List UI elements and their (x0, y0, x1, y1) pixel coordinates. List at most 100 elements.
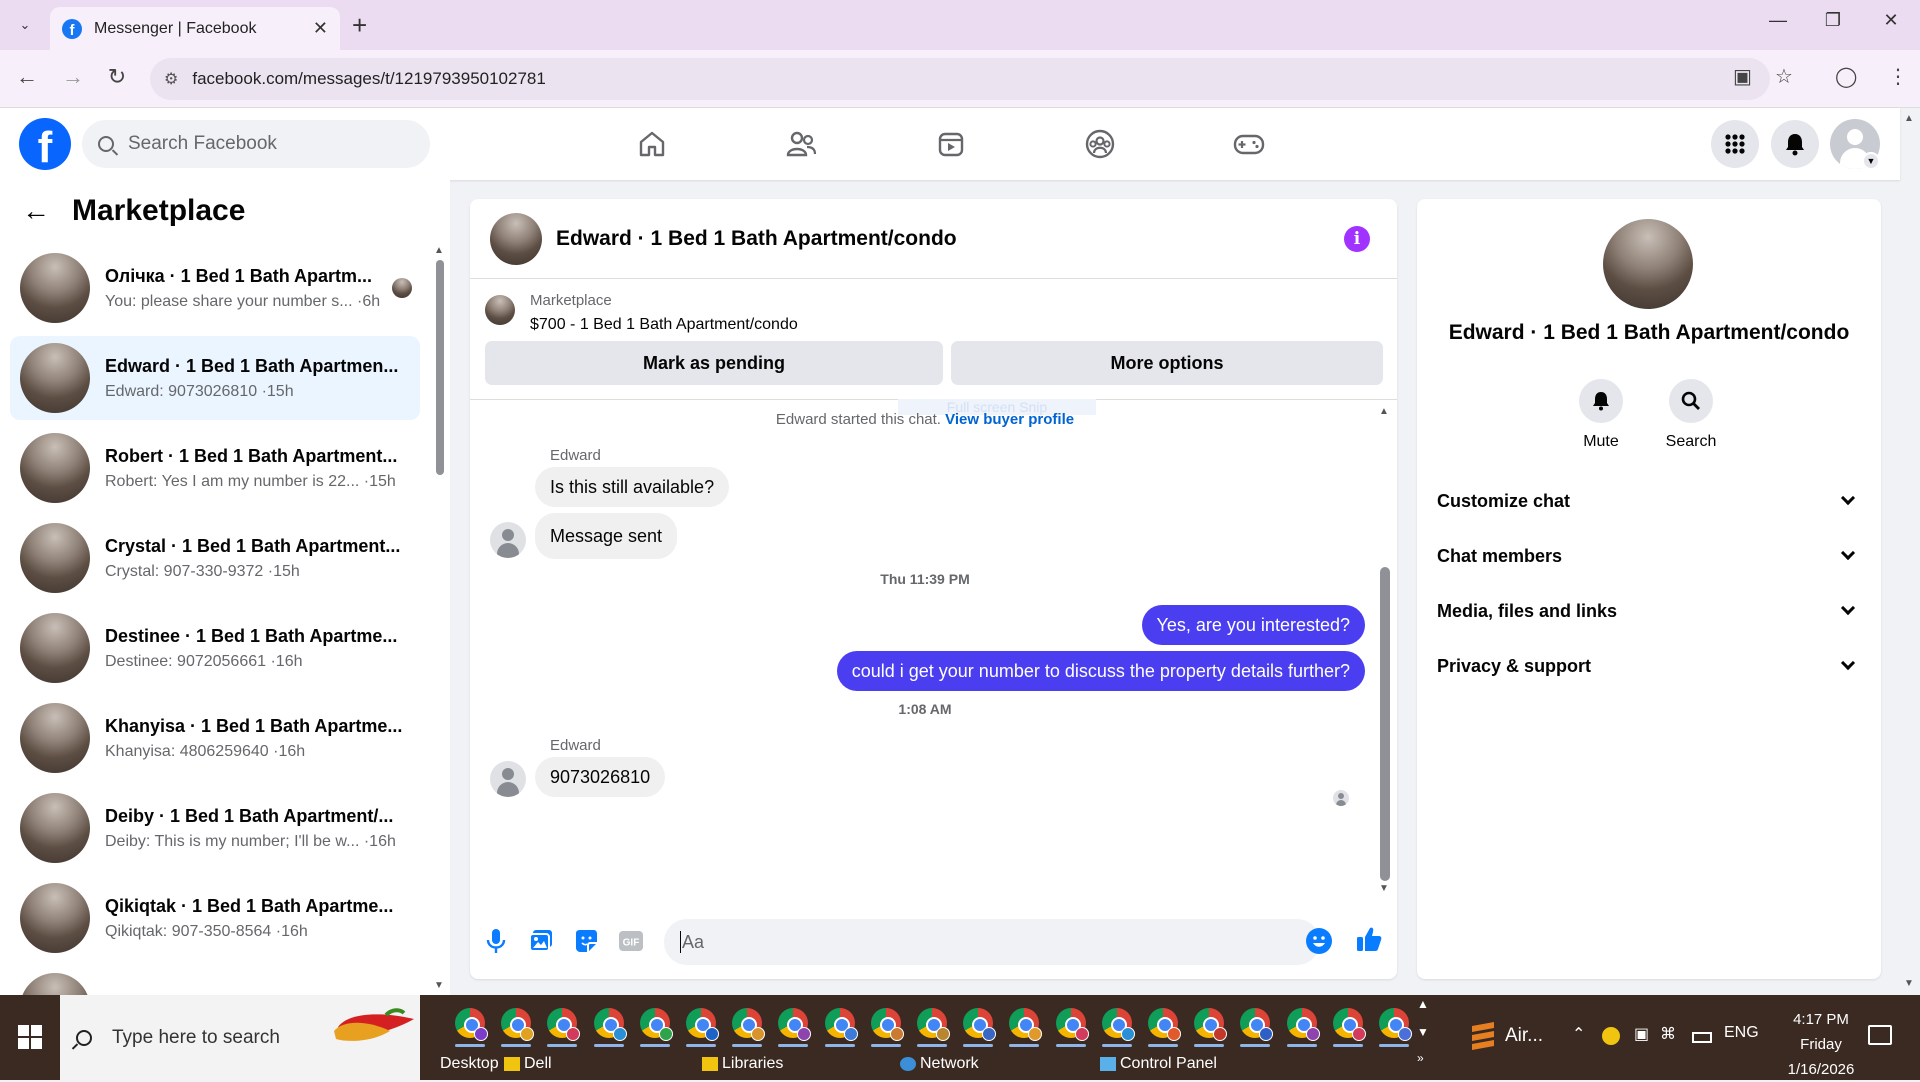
sidebar-scroll-down-icon[interactable]: ▼ (434, 980, 444, 991)
thumbs-up-icon[interactable] (1355, 925, 1383, 953)
emoji-icon[interactable] (1306, 928, 1332, 954)
mute-button[interactable]: Mute (1561, 379, 1641, 451)
incoming-message[interactable]: Message sent (535, 513, 678, 559)
url-text[interactable]: facebook.com/messages/t/1219793950102781 (192, 69, 545, 89)
toolbar-desktop[interactable]: Desktop (440, 1055, 499, 1073)
chrome-profile-icon[interactable] (1055, 1008, 1089, 1041)
browser-menu-icon[interactable]: ⋮ (1888, 64, 1908, 89)
chrome-profile-icon[interactable] (778, 1008, 812, 1041)
forward-arrow-icon[interactable]: → (58, 64, 88, 90)
chrome-profile-icon[interactable] (547, 1008, 581, 1041)
microphone-icon[interactable] (482, 927, 510, 955)
sticker-icon[interactable] (572, 927, 600, 955)
air-quality-icon[interactable] (1470, 1020, 1496, 1050)
sender-avatar[interactable] (490, 522, 526, 558)
facebook-search-input[interactable]: Search Facebook (82, 120, 430, 168)
taskbar-scroll-up-icon[interactable]: ▲ (1417, 997, 1429, 1011)
chrome-profile-icon[interactable] (1332, 1008, 1366, 1041)
incoming-message[interactable]: 9073026810 (535, 757, 666, 797)
conversation-item[interactable]: Khanyisa · 1 Bed 1 Bath Apartme... Khanyi… (10, 696, 420, 780)
restore-icon[interactable]: ❐ (1813, 10, 1853, 31)
page-scroll-down-icon[interactable]: ▼ (1904, 978, 1914, 989)
groups-icon[interactable] (1080, 126, 1120, 162)
chat-scroll-up-icon[interactable]: ▲ (1379, 406, 1389, 417)
back-arrow-icon[interactable]: ← (22, 195, 50, 227)
chrome-profile-icon[interactable] (1240, 1008, 1274, 1041)
account-chevron-icon[interactable]: ▼ (1862, 152, 1880, 170)
chat-title[interactable]: Edward · 1 Bed 1 Bath Apartment/condo (556, 227, 957, 251)
mark-as-pending-button[interactable]: Mark as pending (485, 341, 943, 385)
windows-start-icon[interactable] (18, 1025, 42, 1049)
listing-thumbnail[interactable] (485, 295, 515, 325)
more-options-button[interactable]: More options (951, 341, 1383, 385)
chrome-profile-icon[interactable] (917, 1008, 950, 1041)
gaming-icon[interactable] (1229, 126, 1269, 162)
chrome-profile-icon[interactable] (639, 1008, 673, 1041)
friends-icon[interactable] (781, 126, 821, 162)
notifications-bell-icon[interactable] (1771, 120, 1819, 168)
install-app-icon[interactable]: ▣ (1733, 64, 1752, 89)
chat-members-row[interactable]: Chat members (1437, 536, 1861, 576)
details-avatar[interactable] (1603, 219, 1693, 309)
minimize-icon[interactable]: — (1758, 10, 1798, 31)
site-settings-icon[interactable]: ⚙ (164, 69, 178, 89)
outgoing-message[interactable]: Yes, are you interested? (1141, 605, 1365, 645)
incoming-message[interactable]: Is this still available? (535, 467, 730, 507)
reload-icon[interactable]: ↻ (102, 64, 132, 90)
battery-icon[interactable] (1692, 1032, 1712, 1043)
toolbar-network[interactable]: Network (900, 1055, 979, 1073)
chrome-profile-icon[interactable] (870, 1008, 904, 1041)
chrome-profile-icon[interactable] (1194, 1008, 1228, 1041)
browser-tab[interactable]: f Messenger | Facebook ✕ (50, 7, 340, 50)
window-close-icon[interactable]: ✕ (1871, 10, 1911, 31)
back-arrow-icon[interactable]: ← (12, 64, 42, 90)
url-omnibox[interactable]: ⚙ facebook.com/messages/t/12197939501027… (150, 58, 1770, 100)
message-input[interactable]: Aa (664, 919, 1320, 965)
tab-list-chevron-icon[interactable]: ⌄ (12, 13, 38, 37)
new-tab-plus-icon[interactable]: + (352, 10, 367, 41)
chrome-profile-icon[interactable] (732, 1008, 766, 1041)
chrome-profile-icon[interactable] (963, 1008, 997, 1041)
conversation-item[interactable]: Garret · 1 Bed 1 Bath Apartment/... (10, 966, 420, 995)
chrome-profile-icon[interactable] (1148, 1008, 1181, 1041)
chat-scrollbar[interactable] (1380, 567, 1390, 881)
toolbar-libraries[interactable]: Libraries (702, 1055, 783, 1073)
conversation-item[interactable]: Crystal · 1 Bed 1 Bath Apartment... Cryst… (10, 516, 420, 600)
menu-grid-icon[interactable] (1711, 120, 1759, 168)
sender-avatar[interactable] (490, 761, 526, 797)
photo-icon[interactable] (527, 927, 555, 955)
customize-chat-row[interactable]: Customize chat (1437, 481, 1861, 521)
home-icon[interactable] (632, 126, 672, 162)
conversation-item[interactable]: Олічка · 1 Bed 1 Bath Apartm... You: plea… (10, 246, 420, 330)
page-scroll-up-icon[interactable]: ▲ (1904, 113, 1914, 124)
chrome-profile-icon[interactable] (824, 1008, 858, 1041)
media-files-links-row[interactable]: Media, files and links (1437, 591, 1861, 631)
conversation-item[interactable]: Destinee · 1 Bed 1 Bath Apartme... Destin… (10, 606, 420, 690)
wifi-icon[interactable]: ⌘ (1660, 1024, 1676, 1044)
conversation-item[interactable]: Deiby · 1 Bed 1 Bath Apartment/... Deiby:… (10, 786, 420, 870)
system-clock[interactable]: 4:17 PM Friday 1/16/2026 (1776, 1007, 1866, 1082)
chrome-profile-icon[interactable] (1009, 1008, 1043, 1041)
conversation-item[interactable]: Edward · 1 Bed 1 Bath Apartmen... Edward:… (10, 336, 420, 420)
chrome-profile-icon[interactable] (686, 1008, 719, 1041)
tab-close-icon[interactable]: ✕ (313, 18, 328, 39)
view-buyer-profile-link[interactable]: View buyer profile (945, 411, 1074, 428)
toolbar-dell[interactable]: Dell (504, 1055, 552, 1073)
browser-profile-icon[interactable]: ◯ (1835, 64, 1857, 89)
conversation-item[interactable]: Robert · 1 Bed 1 Bath Apartment... Robert… (10, 426, 420, 510)
chrome-profile-icon[interactable] (455, 1008, 488, 1041)
privacy-support-row[interactable]: Privacy & support (1437, 646, 1861, 686)
gif-icon[interactable]: GIF (617, 927, 645, 955)
info-icon[interactable]: i (1344, 226, 1370, 252)
vpn-shield-icon[interactable] (1602, 1027, 1620, 1045)
taskbar-expand-icon[interactable]: » (1417, 1051, 1424, 1065)
conversation-item[interactable]: Qikiqtak · 1 Bed 1 Bath Apartme... Qikiqt… (10, 876, 420, 960)
keyboard-language[interactable]: ENG (1724, 1024, 1759, 1042)
chrome-profile-icon[interactable] (1101, 1008, 1135, 1041)
sidebar-scrollbar[interactable] (436, 260, 444, 475)
chat-scroll-down-icon[interactable]: ▼ (1379, 883, 1389, 894)
show-hidden-icons-chevron-icon[interactable]: ⌃ (1572, 1024, 1585, 1044)
chrome-profile-icon[interactable] (593, 1008, 627, 1041)
search-in-chat-button[interactable]: Search (1651, 379, 1731, 451)
chrome-profile-icon[interactable] (1379, 1008, 1412, 1041)
